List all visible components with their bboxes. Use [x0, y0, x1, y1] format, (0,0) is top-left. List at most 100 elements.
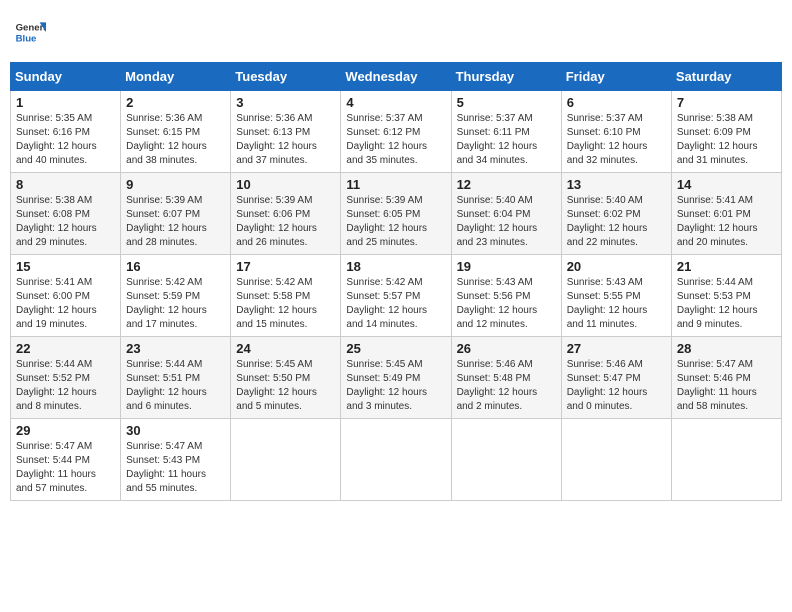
day-info: Sunrise: 5:44 AMSunset: 5:52 PMDaylight:… — [16, 358, 115, 414]
day-info: Sunrise: 5:41 AMSunset: 6:00 PMDaylight:… — [16, 276, 115, 332]
day-info: Sunrise: 5:41 AMSunset: 6:01 PMDaylight:… — [677, 194, 776, 250]
day-info: Sunrise: 5:44 AMSunset: 5:53 PMDaylight:… — [677, 276, 776, 332]
calendar-cell: 21Sunrise: 5:44 AMSunset: 5:53 PMDayligh… — [671, 255, 781, 337]
day-info: Sunrise: 5:37 AMSunset: 6:11 PMDaylight:… — [457, 112, 556, 168]
day-number: 27 — [567, 341, 666, 356]
day-info: Sunrise: 5:47 AMSunset: 5:44 PMDaylight:… — [16, 440, 115, 496]
calendar-cell: 27 Sunrise: 5:46 AMSunset: 5:47 PMDayligh… — [561, 337, 671, 419]
day-info: Sunrise: 5:43 AMSunset: 5:55 PMDaylight:… — [567, 276, 666, 332]
day-number: 10 — [236, 177, 335, 192]
calendar-cell: 3 Sunrise: 5:36 AMSunset: 6:13 PMDaylight… — [231, 91, 341, 173]
calendar-cell: 11 Sunrise: 5:39 AMSunset: 6:05 PMDayligh… — [341, 173, 451, 255]
weekday-header-sunday: Sunday — [11, 63, 121, 91]
day-info: Sunrise: 5:42 AMSunset: 5:57 PMDaylight:… — [346, 276, 445, 332]
day-number: 24 — [236, 341, 335, 356]
day-number: 6 — [567, 95, 666, 110]
day-number: 16 — [126, 259, 225, 274]
day-number: 12 — [457, 177, 556, 192]
day-number: 5 — [457, 95, 556, 110]
logo: General Blue — [14, 16, 50, 48]
day-info: Sunrise: 5:36 AMSunset: 6:13 PMDaylight:… — [236, 112, 335, 168]
weekday-row: SundayMondayTuesdayWednesdayThursdayFrid… — [11, 63, 782, 91]
day-number: 23 — [126, 341, 225, 356]
calendar-cell: 28 Sunrise: 5:47 AMSunset: 5:46 PMDayligh… — [671, 337, 781, 419]
day-number: 13 — [567, 177, 666, 192]
day-info: Sunrise: 5:38 AMSunset: 6:09 PMDaylight:… — [677, 112, 776, 168]
weekday-header-saturday: Saturday — [671, 63, 781, 91]
weekday-header-thursday: Thursday — [451, 63, 561, 91]
calendar-cell: 24 Sunrise: 5:45 AMSunset: 5:50 PMDayligh… — [231, 337, 341, 419]
day-info: Sunrise: 5:40 AMSunset: 6:04 PMDaylight:… — [457, 194, 556, 250]
day-info: Sunrise: 5:39 AMSunset: 6:06 PMDaylight:… — [236, 194, 335, 250]
week-row-2: 8Sunrise: 5:38 AMSunset: 6:08 PMDaylight… — [11, 173, 782, 255]
day-info: Sunrise: 5:45 AMSunset: 5:49 PMDaylight:… — [346, 358, 445, 414]
day-info: Sunrise: 5:46 AMSunset: 5:47 PMDaylight:… — [567, 358, 666, 414]
day-info: Sunrise: 5:39 AMSunset: 6:07 PMDaylight:… — [126, 194, 225, 250]
logo-icon: General Blue — [14, 16, 46, 48]
day-number: 22 — [16, 341, 115, 356]
day-number: 25 — [346, 341, 445, 356]
day-number: 14 — [677, 177, 776, 192]
day-info: Sunrise: 5:47 AMSunset: 5:46 PMDaylight:… — [677, 358, 776, 414]
calendar-cell: 12 Sunrise: 5:40 AMSunset: 6:04 PMDayligh… — [451, 173, 561, 255]
calendar-cell: 16 Sunrise: 5:42 AMSunset: 5:59 PMDayligh… — [121, 255, 231, 337]
day-number: 19 — [457, 259, 556, 274]
day-info: Sunrise: 5:35 AMSunset: 6:16 PMDaylight:… — [16, 112, 115, 168]
day-info: Sunrise: 5:36 AMSunset: 6:15 PMDaylight:… — [126, 112, 225, 168]
week-row-3: 15 Sunrise: 5:41 AMSunset: 6:00 PMDayligh… — [11, 255, 782, 337]
week-row-1: 1 Sunrise: 5:35 AMSunset: 6:16 PMDaylight… — [11, 91, 782, 173]
calendar-cell: 19 Sunrise: 5:43 AMSunset: 5:56 PMDayligh… — [451, 255, 561, 337]
calendar-cell: 7 Sunrise: 5:38 AMSunset: 6:09 PMDaylight… — [671, 91, 781, 173]
weekday-header-monday: Monday — [121, 63, 231, 91]
day-number: 28 — [677, 341, 776, 356]
calendar-cell — [561, 419, 671, 501]
weekday-header-friday: Friday — [561, 63, 671, 91]
calendar-cell: 25 Sunrise: 5:45 AMSunset: 5:49 PMDayligh… — [341, 337, 451, 419]
calendar-cell: 17Sunrise: 5:42 AMSunset: 5:58 PMDayligh… — [231, 255, 341, 337]
week-row-4: 22 Sunrise: 5:44 AMSunset: 5:52 PMDayligh… — [11, 337, 782, 419]
day-number: 30 — [126, 423, 225, 438]
calendar-cell — [671, 419, 781, 501]
day-info: Sunrise: 5:45 AMSunset: 5:50 PMDaylight:… — [236, 358, 335, 414]
calendar-cell: 14 Sunrise: 5:41 AMSunset: 6:01 PMDayligh… — [671, 173, 781, 255]
calendar-cell: 5 Sunrise: 5:37 AMSunset: 6:11 PMDaylight… — [451, 91, 561, 173]
day-number: 2 — [126, 95, 225, 110]
calendar-cell: 23 Sunrise: 5:44 AMSunset: 5:51 PMDayligh… — [121, 337, 231, 419]
day-info: Sunrise: 5:43 AMSunset: 5:56 PMDaylight:… — [457, 276, 556, 332]
weekday-header-tuesday: Tuesday — [231, 63, 341, 91]
day-info: Sunrise: 5:37 AMSunset: 6:10 PMDaylight:… — [567, 112, 666, 168]
calendar-cell: 4Sunrise: 5:37 AMSunset: 6:12 PMDaylight… — [341, 91, 451, 173]
calendar-cell: 1 Sunrise: 5:35 AMSunset: 6:16 PMDaylight… — [11, 91, 121, 173]
calendar-cell: 2 Sunrise: 5:36 AMSunset: 6:15 PMDaylight… — [121, 91, 231, 173]
calendar-cell: 8Sunrise: 5:38 AMSunset: 6:08 PMDaylight… — [11, 173, 121, 255]
day-number: 11 — [346, 177, 445, 192]
calendar-cell: 22 Sunrise: 5:44 AMSunset: 5:52 PMDayligh… — [11, 337, 121, 419]
day-number: 1 — [16, 95, 115, 110]
header: General Blue — [10, 10, 782, 54]
day-info: Sunrise: 5:38 AMSunset: 6:08 PMDaylight:… — [16, 194, 115, 250]
day-number: 29 — [16, 423, 115, 438]
day-info: Sunrise: 5:42 AMSunset: 5:59 PMDaylight:… — [126, 276, 225, 332]
calendar-header: SundayMondayTuesdayWednesdayThursdayFrid… — [11, 63, 782, 91]
calendar-cell: 6 Sunrise: 5:37 AMSunset: 6:10 PMDaylight… — [561, 91, 671, 173]
calendar: SundayMondayTuesdayWednesdayThursdayFrid… — [10, 62, 782, 501]
week-row-5: 29 Sunrise: 5:47 AMSunset: 5:44 PMDayligh… — [11, 419, 782, 501]
day-number: 15 — [16, 259, 115, 274]
calendar-cell: 18 Sunrise: 5:42 AMSunset: 5:57 PMDayligh… — [341, 255, 451, 337]
day-info: Sunrise: 5:44 AMSunset: 5:51 PMDaylight:… — [126, 358, 225, 414]
day-number: 9 — [126, 177, 225, 192]
calendar-cell: 15 Sunrise: 5:41 AMSunset: 6:00 PMDayligh… — [11, 255, 121, 337]
day-number: 7 — [677, 95, 776, 110]
day-info: Sunrise: 5:39 AMSunset: 6:05 PMDaylight:… — [346, 194, 445, 250]
calendar-cell: 10 Sunrise: 5:39 AMSunset: 6:06 PMDayligh… — [231, 173, 341, 255]
day-number: 18 — [346, 259, 445, 274]
calendar-body: 1 Sunrise: 5:35 AMSunset: 6:16 PMDaylight… — [11, 91, 782, 501]
calendar-cell: 26Sunrise: 5:46 AMSunset: 5:48 PMDayligh… — [451, 337, 561, 419]
calendar-cell — [451, 419, 561, 501]
calendar-cell: 9 Sunrise: 5:39 AMSunset: 6:07 PMDaylight… — [121, 173, 231, 255]
weekday-header-wednesday: Wednesday — [341, 63, 451, 91]
day-number: 3 — [236, 95, 335, 110]
day-info: Sunrise: 5:37 AMSunset: 6:12 PMDaylight:… — [346, 112, 445, 168]
day-info: Sunrise: 5:42 AMSunset: 5:58 PMDaylight:… — [236, 276, 335, 332]
calendar-cell — [231, 419, 341, 501]
